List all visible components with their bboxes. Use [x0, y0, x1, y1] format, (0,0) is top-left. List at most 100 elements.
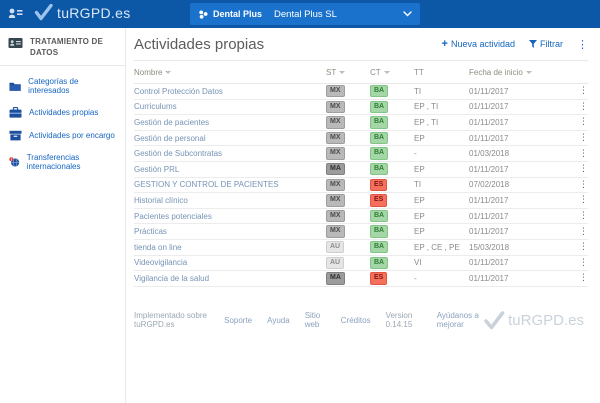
table-row: Gestión de personal MX BA EP 01/11/2017 ⋮: [134, 131, 588, 147]
activity-name-link[interactable]: Gestión de personal: [134, 134, 326, 143]
activity-name-link[interactable]: Control Protección Datos: [134, 87, 326, 96]
app-logo[interactable]: tuRGPD.es: [34, 4, 131, 21]
st-badge: MX: [326, 178, 345, 192]
logo-text: tuRGPD.es: [57, 4, 131, 21]
activity-name-link[interactable]: Prácticas: [134, 227, 326, 236]
st-badge: AU: [326, 241, 345, 254]
table-row: Gestión PRL MA BA EP 01/11/2017 ⋮: [134, 162, 588, 178]
table-row: tienda on line AU BA EP , CE , PE 15/03/2018…: [134, 240, 588, 256]
column-header-ct[interactable]: CT: [370, 68, 414, 77]
activity-name-link[interactable]: Vigilancia de la salud: [134, 274, 326, 283]
sort-caret-icon: [525, 70, 532, 74]
logo-check-icon: [34, 4, 53, 21]
ct-badge: BA: [370, 163, 389, 176]
table-row: Videovigilancia AU BA VI 01/11/2017 ⋮: [134, 256, 588, 272]
footer-link-mejorar[interactable]: Ayúdanos a mejorar: [437, 311, 483, 329]
st-badge: MX: [326, 225, 345, 238]
tt-value: EP: [414, 195, 425, 205]
column-header-nombre[interactable]: Nombre: [134, 68, 326, 77]
table-row: Gestión de Subcontratas MX BA - 01/03/2018 ⋮: [134, 146, 588, 162]
row-menu-icon[interactable]: ⋮: [574, 102, 588, 112]
column-header-st[interactable]: ST: [326, 68, 370, 77]
start-date: 01/11/2017: [469, 133, 509, 143]
main-content: Actividades propias + Nueva actividad Fi…: [126, 28, 600, 403]
footer-link-creditos[interactable]: Créditos: [341, 316, 371, 325]
activity-name-link[interactable]: Gestión PRL: [134, 165, 326, 174]
row-menu-icon[interactable]: ⋮: [574, 195, 588, 205]
tt-value: EP , TI: [414, 102, 439, 112]
sidebar-item-actividades-propias[interactable]: Actividades propias: [0, 101, 125, 124]
st-badge: MX: [326, 209, 345, 223]
organization-select[interactable]: Dental Plus SL: [274, 9, 412, 20]
tt-value: EP: [414, 211, 425, 221]
start-date: 01/11/2017: [469, 273, 509, 283]
row-menu-icon[interactable]: ⋮: [574, 211, 588, 221]
table-body: Control Protección Datos MX BA TI 01/11/2017…: [134, 84, 588, 287]
column-header-fecha[interactable]: Fecha de inicio: [469, 68, 574, 77]
st-badge: MA: [326, 272, 345, 285]
footer-link-sitio-web[interactable]: Sitio web: [305, 311, 326, 329]
start-date: 01/11/2017: [469, 195, 509, 205]
footer-version-text: Version 0.14.15: [385, 311, 413, 330]
row-menu-icon[interactable]: ⋮: [574, 117, 588, 127]
footer: Implementado sobre tuRGPD.es Soporte Ayu…: [134, 310, 588, 330]
row-menu-icon[interactable]: ⋮: [574, 133, 588, 143]
id-card-icon: [8, 38, 23, 48]
sidebar-item-categorias-de-interesados[interactable]: Categorías de interesados: [0, 71, 125, 101]
user-menu-icon[interactable]: [8, 7, 23, 20]
chevron-down-icon: [403, 11, 412, 17]
ct-badge: BA: [370, 209, 389, 223]
globe-badge-icon: [9, 157, 20, 168]
toolbar-more-menu-icon[interactable]: ⋮: [577, 38, 588, 51]
row-menu-icon[interactable]: ⋮: [574, 149, 588, 159]
app-window: tuRGPD.es Dental Plus Dental Plus SL TRA…: [0, 0, 600, 403]
top-header: tuRGPD.es Dental Plus Dental Plus SL: [0, 0, 600, 28]
new-activity-button[interactable]: + Nueva actividad: [441, 37, 515, 50]
footer-check-icon: [484, 310, 505, 330]
tt-value: -: [414, 273, 417, 283]
row-menu-icon[interactable]: ⋮: [574, 164, 588, 174]
activity-name-link[interactable]: Gestión de pacientes: [134, 118, 326, 127]
table-row: GESTION Y CONTROL DE PACIENTES MX ES TI 07/0…: [134, 178, 588, 194]
sidebar-item-transferencias-internacionales[interactable]: Transferencias internacionales: [0, 147, 125, 177]
table-row: Pacientes potenciales MX BA EP 01/11/2017 ⋮: [134, 209, 588, 225]
start-date: 01/11/2017: [469, 164, 509, 174]
footer-link-soporte[interactable]: Soporte: [224, 316, 252, 325]
activity-name-link[interactable]: tienda on line: [134, 243, 326, 252]
sidebar-item-actividades-por-encargo[interactable]: Actividades por encargo: [0, 124, 125, 147]
activity-name-link[interactable]: GESTION Y CONTROL DE PACIENTES: [134, 180, 326, 189]
row-menu-icon[interactable]: ⋮: [574, 242, 588, 252]
activity-name-link[interactable]: Gestión de Subcontratas: [134, 149, 326, 158]
activity-name-link[interactable]: Historial clínico: [134, 196, 326, 205]
footer-link-ayuda[interactable]: Ayuda: [267, 316, 290, 325]
table-row: Curriculums MX BA EP , TI 01/11/2017 ⋮: [134, 100, 588, 116]
row-menu-icon[interactable]: ⋮: [574, 273, 588, 283]
row-menu-icon[interactable]: ⋮: [574, 180, 588, 190]
start-date: 01/11/2017: [469, 258, 509, 268]
page-title: Actividades propias: [134, 35, 265, 53]
row-menu-icon[interactable]: ⋮: [574, 258, 588, 268]
plus-icon: +: [441, 37, 448, 50]
row-menu-icon[interactable]: ⋮: [574, 227, 588, 237]
activity-name-link[interactable]: Pacientes potenciales: [134, 212, 326, 221]
tt-value: EP , TI: [414, 117, 439, 127]
ct-badge: ES: [370, 178, 388, 192]
start-date: 15/03/2018: [469, 242, 510, 252]
table-row: Control Protección Datos MX BA TI 01/11/2017…: [134, 84, 588, 100]
activity-name-link[interactable]: Videovigilancia: [134, 258, 326, 267]
sort-caret-icon: [339, 70, 346, 74]
sidebar-section-title: TRATAMIENTO DE DATOS: [30, 37, 104, 58]
tt-value: TI: [414, 86, 422, 96]
start-date: 01/11/2017: [469, 102, 509, 112]
st-badge: MX: [326, 194, 345, 207]
start-date: 01/11/2017: [469, 227, 509, 237]
ct-badge: BA: [370, 147, 389, 160]
sort-caret-icon: [165, 70, 172, 74]
filter-button[interactable]: Filtrar: [529, 39, 563, 49]
ct-badge: ES: [370, 272, 388, 285]
row-menu-icon[interactable]: ⋮: [574, 86, 588, 96]
activity-name-link[interactable]: Curriculums: [134, 102, 326, 111]
st-badge: MX: [326, 116, 345, 129]
tt-value: TI: [414, 180, 422, 190]
start-date: 01/11/2017: [469, 211, 509, 221]
